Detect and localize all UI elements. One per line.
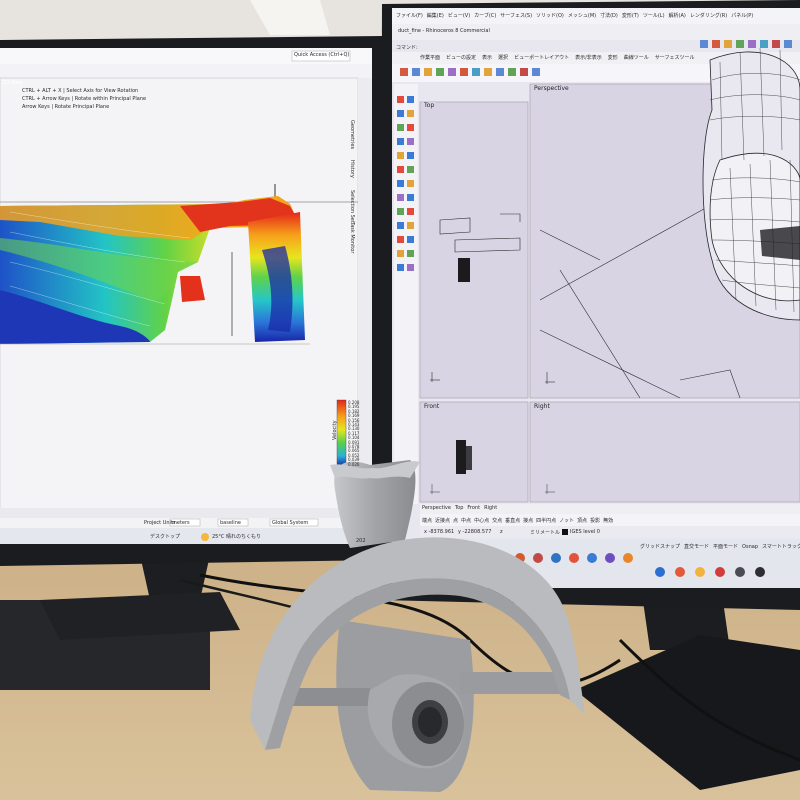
status-button[interactable]: グリッドスナップ (640, 544, 680, 550)
layer-label[interactable]: IGES level 0 (570, 529, 600, 535)
osnap-row: 端点 近接点点中点 中心点 交点 垂直点 接点 四半円点 ノット 頂点 投影 無効 (422, 517, 616, 524)
osnap-checkbox[interactable]: ノット (559, 518, 574, 524)
menu-item[interactable]: ツール(L) (643, 13, 665, 19)
project-units-label: Project Units (144, 520, 176, 526)
layer-swatch (562, 529, 568, 535)
osnap-checkbox[interactable]: 垂直点 (505, 518, 520, 524)
viewport-tab[interactable]: Perspective (422, 505, 451, 511)
units-label: ミリメートル (530, 530, 561, 536)
toolbar-tab[interactable]: 曲線ツール (624, 55, 649, 61)
hint-line: CTRL + ALT + X | Select Axis for View Ro… (22, 88, 139, 94)
weather-icon (201, 533, 209, 541)
osnap-checkbox[interactable]: 中点 (461, 518, 471, 524)
side-tab-task-monitor[interactable]: Task Monitor (349, 222, 355, 253)
viewport-tab[interactable]: Top (455, 505, 463, 511)
left-statusbar (0, 508, 372, 518)
viewport-label-perspective[interactable]: Perspective (532, 85, 571, 92)
toolbar-tab[interactable]: 表示 (482, 55, 492, 61)
rhino-status-buttons: グリッドスナップ 直交モード 平面モード Osnap スマートトラック (640, 543, 800, 550)
side-panel (358, 78, 372, 514)
viewport-label-right[interactable]: Right (532, 403, 552, 410)
menu-item[interactable]: パネル(P) (731, 13, 753, 19)
menu-item[interactable]: カーブ(C) (474, 13, 496, 19)
viewport-right[interactable] (529, 401, 800, 503)
toolbar-tab[interactable]: 作業平面 (420, 55, 440, 61)
menu-item[interactable]: ビュー(V) (448, 13, 470, 19)
viewport-label-top[interactable]: Top (422, 102, 437, 109)
taskbar-desktop[interactable]: デスクトップ (150, 533, 180, 540)
toolbar-tab[interactable]: サーフェスツール (655, 55, 695, 61)
toolbar-tab[interactable]: 選択 (498, 55, 508, 61)
toolbar-tab[interactable]: 表示/非表示 (575, 55, 602, 61)
quick-access-label[interactable]: Quick Access (Ctrl+Q) (294, 52, 349, 58)
status-button[interactable]: Osnap (742, 544, 758, 550)
legend-colorbar (336, 399, 347, 467)
osnap-checkbox[interactable]: 投影 (590, 518, 600, 524)
osnap-checkbox[interactable]: 頂点 (577, 518, 587, 524)
osnap-checkbox[interactable]: 端点 (422, 518, 432, 524)
toolbar-tab[interactable]: 変形 (608, 55, 618, 61)
toolbar-tab[interactable]: ビューの設定 (446, 55, 476, 61)
menu-item[interactable]: 寸法(D) (600, 13, 618, 19)
menu-item[interactable]: レンダリング(R) (690, 13, 727, 19)
menu-item[interactable]: サーフェス(S) (500, 13, 532, 19)
rhino-toolbar-tab-row: 作業平面 ビューの設定 表示 選択 ビューポートレイアウト 表示/非表示 変形 曲線ツール サー… (420, 54, 701, 61)
osnap-checkbox[interactable]: 近接点 (435, 518, 450, 524)
viewport-tab[interactable]: Right (484, 505, 497, 511)
viewport-front[interactable] (419, 401, 529, 503)
global-system-value[interactable]: Global System (272, 520, 308, 526)
menu-item[interactable]: 編集(E) (427, 13, 444, 19)
taskbar-weather[interactable]: 25°C 晴れのちくもり (212, 533, 261, 540)
status-button[interactable]: スマートトラック (762, 544, 800, 550)
side-tab-history[interactable]: History (349, 160, 355, 178)
coord-x: x -8378.961 (424, 529, 455, 535)
menu-item[interactable]: ファイル(F) (396, 13, 423, 19)
baseline-value[interactable]: baseline (220, 520, 241, 526)
menu-item[interactable]: 解析(A) (669, 13, 686, 19)
osnap-checkbox[interactable]: 交点 (492, 518, 502, 524)
legend-value: 0.026 (348, 461, 360, 467)
osnap-checkbox[interactable]: 中心点 (474, 518, 489, 524)
coord-z: z (500, 529, 503, 535)
osnap-checkbox[interactable]: 四半円点 (536, 518, 556, 524)
viewport-tab[interactable]: Front (467, 505, 480, 511)
osnap-checkbox[interactable]: 点 (453, 518, 458, 524)
project-units-value[interactable]: meters (172, 520, 190, 526)
command-prompt[interactable]: コマンド: (396, 44, 418, 51)
side-tab-selection-set[interactable]: Selection Set (349, 190, 355, 223)
status-button[interactable]: 平面モード (713, 544, 738, 550)
osnap-checkbox[interactable]: 接点 (523, 518, 533, 524)
menu-item[interactable]: メッシュ(M) (568, 13, 596, 19)
rhino-title: duct_fine - Rhinoceros 8 Commercial (398, 28, 490, 34)
legend-title: Velocity (332, 420, 338, 440)
osnap-checkbox[interactable]: 無効 (603, 518, 613, 524)
rhino-side-toolbar (394, 84, 418, 504)
viewport-tabs: Perspective Top Front Right (422, 505, 501, 511)
rhino-menu: ファイル(F) 編集(E) ビュー(V) カーブ(C) サーフェス(S) ソリッド(O) メ… (396, 12, 757, 19)
menu-item[interactable]: ソリッド(O) (536, 13, 564, 19)
toolbar-tab[interactable]: ビューポートレイアウト (514, 55, 569, 61)
coord-y: y -22808.577 (458, 529, 492, 535)
view-tab-label[interactable]: 2D View (2, 80, 23, 86)
viewport-label-front[interactable]: Front (422, 403, 442, 410)
top-view-part (458, 258, 470, 282)
hint-line: CTRL + Arrow Keys | Rotate within Princi… (22, 96, 147, 102)
status-button[interactable]: 直交モード (684, 544, 709, 550)
taskbar (0, 528, 372, 544)
menu-item[interactable]: 変形(T) (622, 13, 639, 19)
hint-line: Arrow Keys | Rotate Principal Plane (22, 104, 110, 110)
taskbar-clock[interactable]: 202 (356, 538, 366, 544)
side-tab-geometries[interactable]: Geometries (349, 120, 355, 149)
